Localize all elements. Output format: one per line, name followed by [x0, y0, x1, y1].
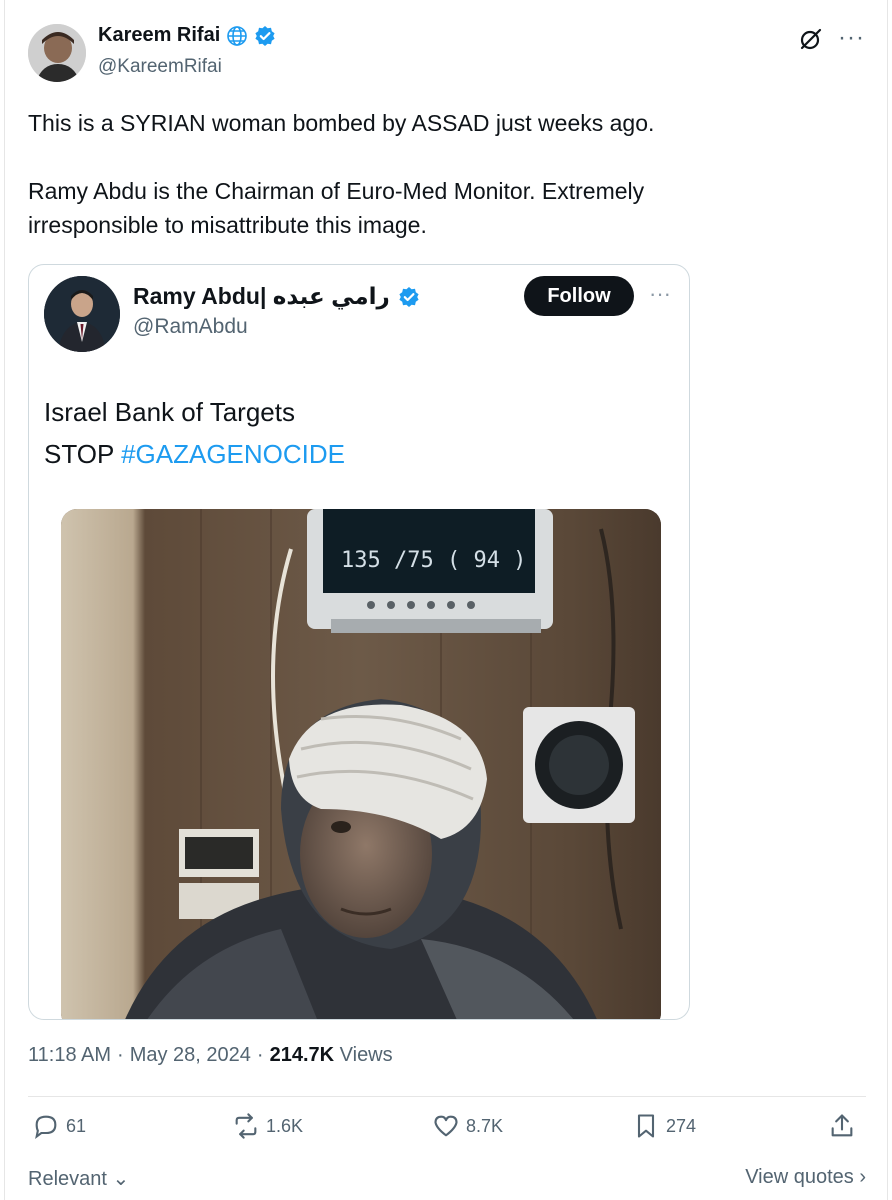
heart-icon	[434, 1115, 458, 1137]
quoted-author-handle[interactable]: @RamAbdu	[133, 315, 248, 339]
views-count: 214.7K	[269, 1044, 335, 1066]
follow-button[interactable]: Follow	[524, 276, 634, 316]
action-bar: 61 1.6K 8.7K 274	[28, 1112, 866, 1156]
globe-icon	[226, 25, 248, 47]
tweet-date[interactable]: May 28, 2024	[130, 1044, 251, 1067]
view-quotes-label: View quotes	[745, 1166, 854, 1188]
quoted-line-1: Israel Bank of Targets	[44, 397, 295, 427]
tweet-meta: 11:18 AM · May 28, 2024 · 214.7K Views	[28, 1044, 393, 1067]
tweet-paragraph-2: Ramy Abdu is the Chairman of Euro-Med Mo…	[28, 178, 645, 238]
bookmark-button[interactable]: 274	[632, 1112, 696, 1140]
quoted-line-2: STOP #GAZAGENOCIDE	[44, 433, 345, 475]
share-button[interactable]	[828, 1112, 856, 1140]
reply-button[interactable]: 61	[32, 1112, 86, 1140]
sort-label: Relevant	[28, 1168, 107, 1190]
view-quotes-link[interactable]: View quotes ›	[745, 1166, 866, 1191]
hashtag-link[interactable]: #GAZAGENOCIDE	[121, 439, 345, 469]
reply-icon	[35, 1115, 57, 1139]
bookmark-count: 274	[666, 1115, 697, 1136]
divider	[28, 1096, 866, 1097]
quoted-more-options-icon[interactable]: ···	[649, 281, 671, 307]
tweet-time[interactable]: 11:18 AM	[28, 1044, 111, 1067]
share-icon	[831, 1114, 853, 1137]
sort-replies-dropdown[interactable]: Relevant ⌄	[28, 1166, 129, 1191]
repost-count: 1.6K	[266, 1115, 304, 1136]
more-options-icon[interactable]: ···	[838, 24, 865, 52]
quoted-tweet-card[interactable]: Ramy Abdu| رامي عبده @RamAbdu Follow ···…	[28, 264, 690, 1020]
views-stat: 214.7K Views	[270, 1044, 393, 1067]
tweet-body: This is a SYRIAN woman bombed by ASSAD j…	[28, 106, 848, 242]
repost-button[interactable]: 1.6K	[232, 1112, 303, 1140]
reply-count: 61	[66, 1115, 87, 1136]
bookmark-icon	[637, 1114, 655, 1138]
author-handle[interactable]: @KareemRifai	[98, 56, 222, 78]
quoted-tweet-body: Israel Bank of Targets STOP #GAZAGENOCID…	[44, 391, 345, 475]
quoted-line-2-prefix: STOP	[44, 439, 122, 469]
grok-icon[interactable]	[798, 26, 824, 52]
quoted-tweet-photo[interactable]: 135 /75 ( 94 )	[61, 509, 661, 1019]
views-label: Views	[339, 1044, 393, 1066]
author-name[interactable]: Kareem Rifai	[98, 24, 220, 47]
repost-icon	[235, 1113, 257, 1139]
author-avatar[interactable]	[28, 24, 86, 82]
chevron-right-icon: ›	[853, 1166, 866, 1188]
meta-separator: ·	[256, 1044, 264, 1066]
like-count: 8.7K	[466, 1115, 504, 1136]
quoted-author-name[interactable]: Ramy Abdu| رامي عبده	[133, 283, 390, 310]
replies-footer: Relevant ⌄ View quotes ›	[28, 1166, 866, 1191]
chevron-down-icon: ⌄	[106, 1168, 130, 1190]
verified-badge-icon	[398, 286, 420, 308]
tweet-paragraph-1: This is a SYRIAN woman bombed by ASSAD j…	[28, 110, 655, 136]
meta-separator: ·	[117, 1044, 124, 1066]
quoted-author-avatar[interactable]	[44, 276, 120, 352]
monitor-reading: 135 /75 ( 94 )	[341, 548, 526, 573]
verified-badge-icon	[254, 25, 276, 47]
like-button[interactable]: 8.7K	[432, 1112, 503, 1140]
